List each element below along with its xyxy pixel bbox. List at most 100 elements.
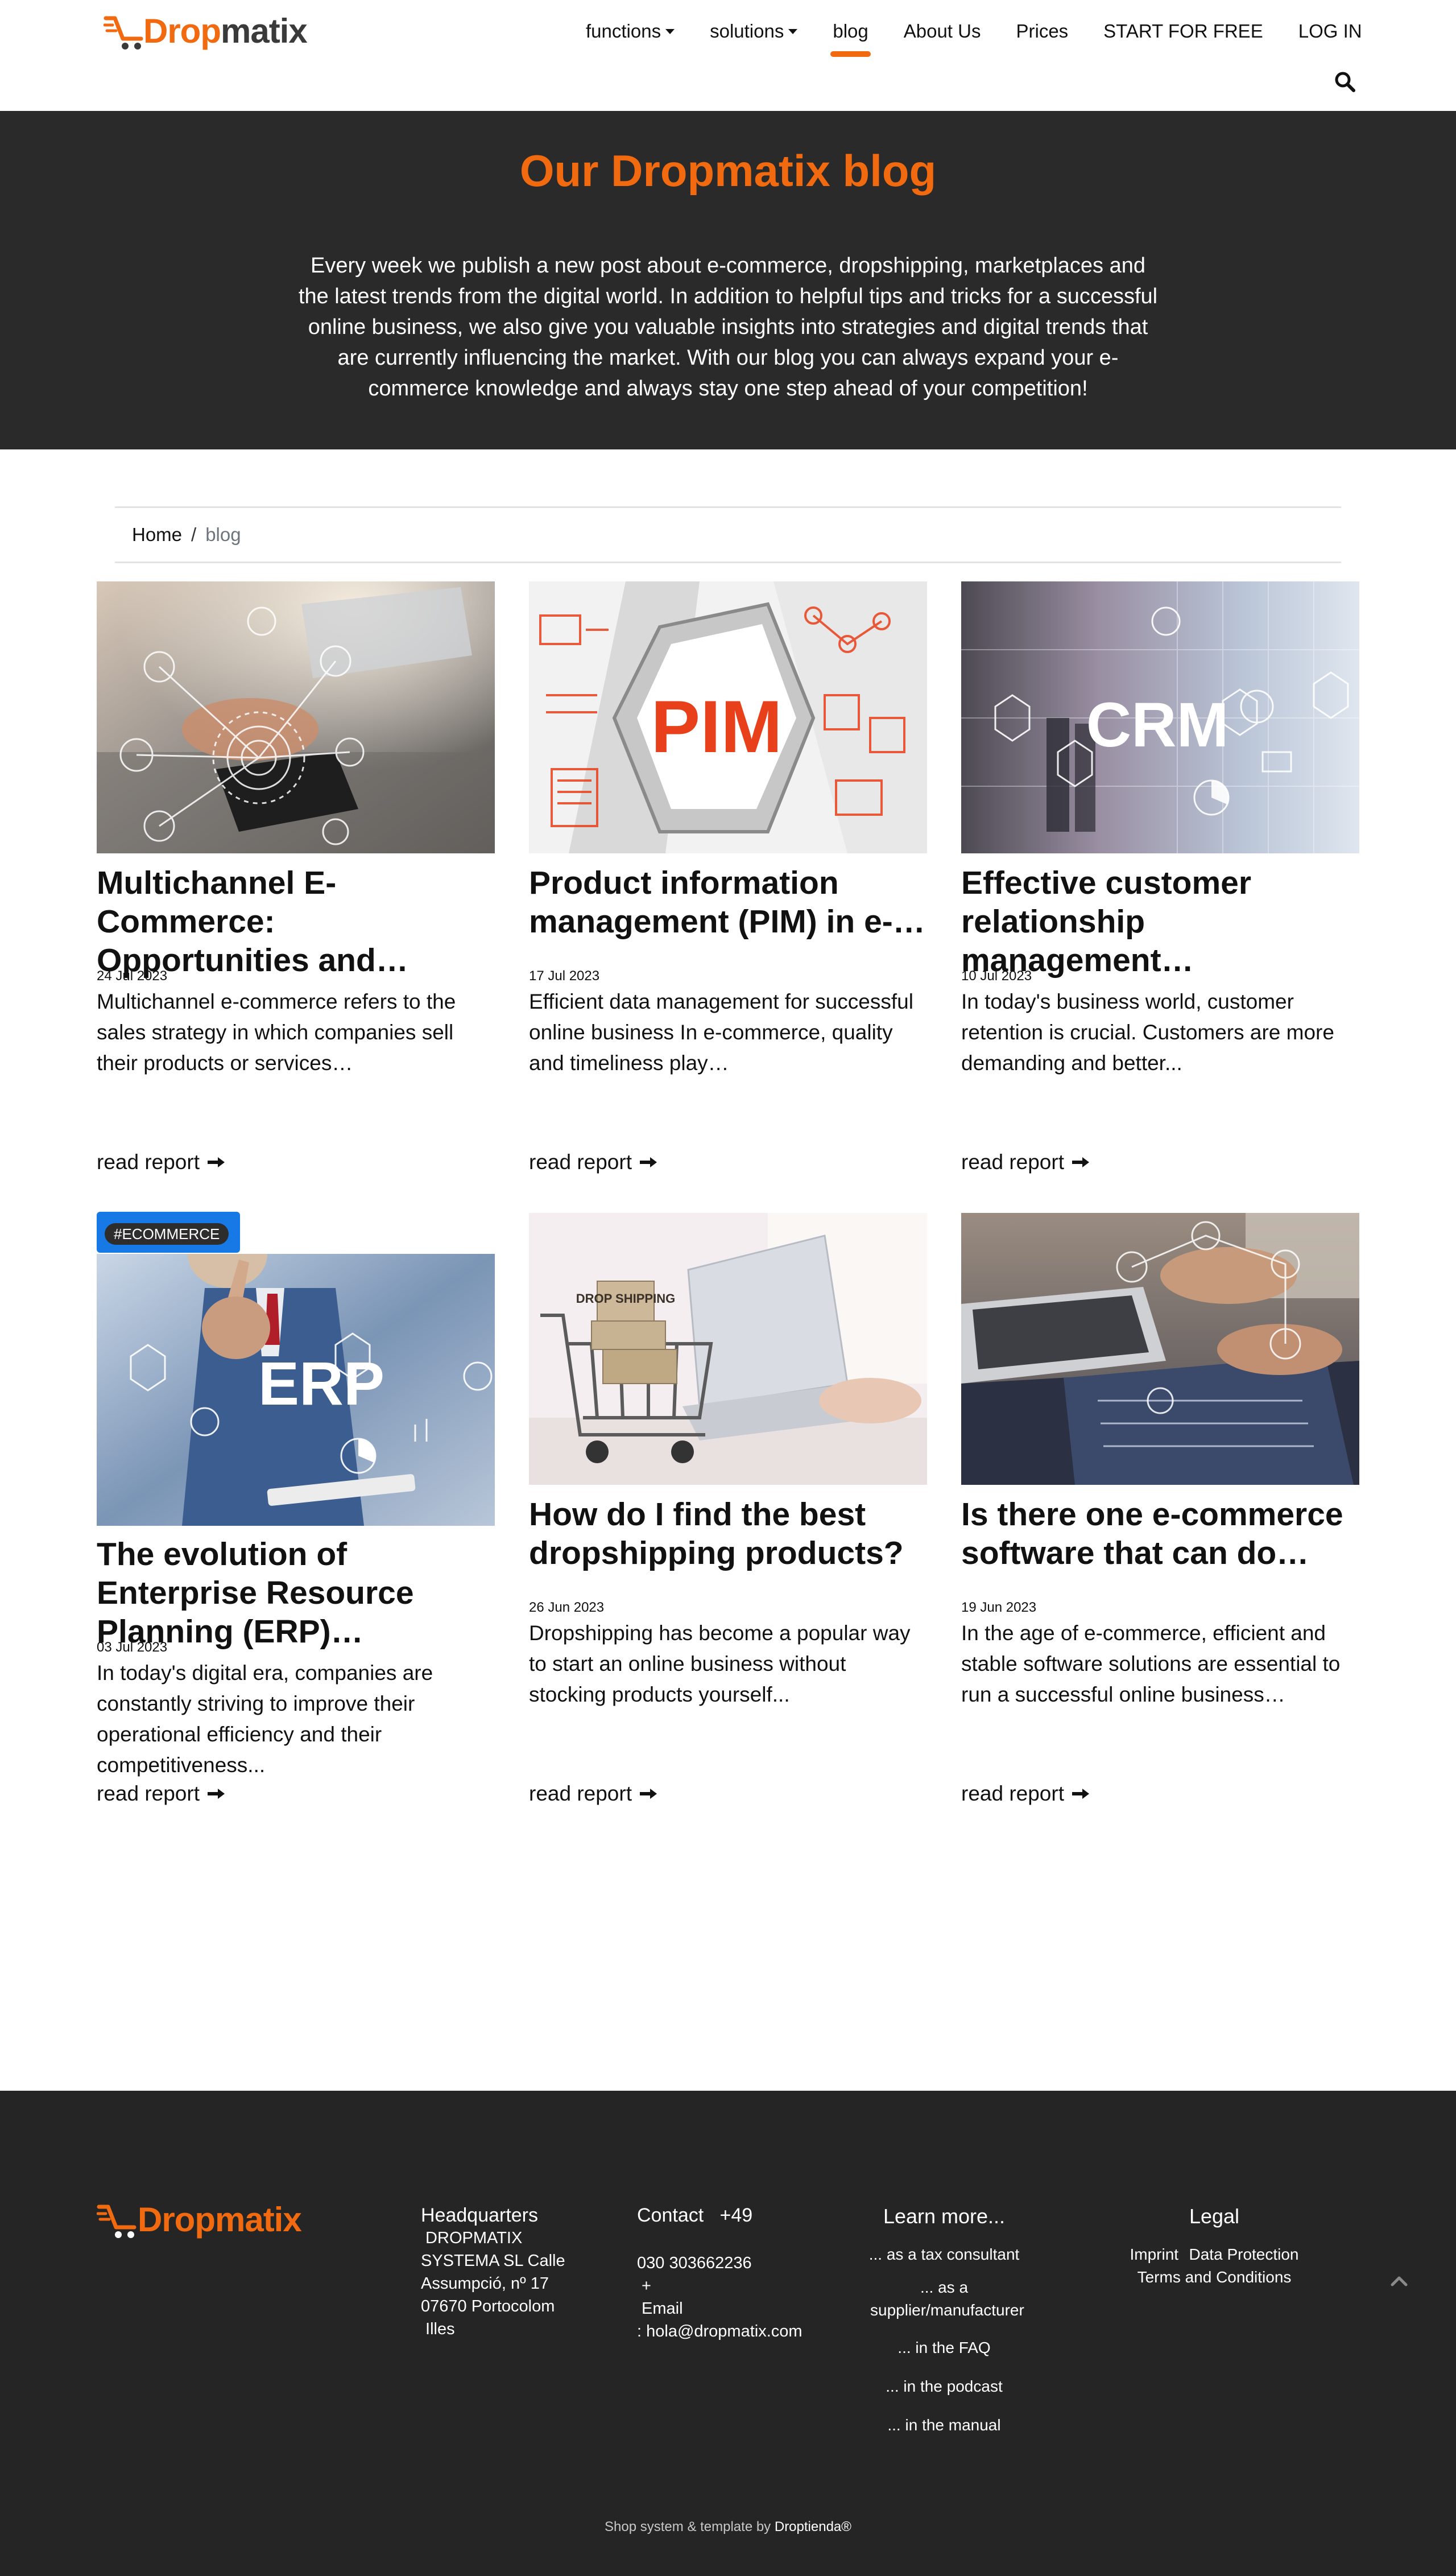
blog-post-card: Multichannel E-Commerce: Opportunities a… <box>97 581 495 1174</box>
post-excerpt: Dropshipping has become a popular way to… <box>529 1621 911 1706</box>
footer-address-line: SYSTEMA SL Calle <box>421 2252 565 2270</box>
search-icon[interactable] <box>1334 71 1356 93</box>
chevron-down-icon <box>788 28 798 34</box>
nav-item-prices[interactable]: Prices <box>1016 20 1068 42</box>
post-thumbnail[interactable]: DROP SHIPPING <box>529 1213 927 1485</box>
footer-link[interactable]: ... in the manual <box>853 2414 1035 2437</box>
post-thumbnail[interactable] <box>961 1213 1359 1485</box>
read-report-link[interactable]: read report <box>97 1782 226 1806</box>
footer-link[interactable]: ... as a tax consultant <box>853 2243 1035 2266</box>
nav-item-start-for-free[interactable]: START FOR FREE <box>1103 20 1263 42</box>
cart-logo-icon <box>103 16 143 49</box>
arrow-right-icon <box>640 1789 657 1799</box>
footer-heading: Legal <box>1189 2205 1240 2228</box>
blog-hero: Our Dropmatix blog Every week we publish… <box>0 111 1456 449</box>
logo-text-rest: matix <box>220 12 308 50</box>
breadcrumb-separator: / <box>191 524 197 545</box>
post-thumbnail[interactable]: CRM <box>961 581 1359 853</box>
arrow-right-icon <box>1072 1789 1089 1799</box>
post-excerpt: In the age of e-commerce, efficient and … <box>961 1621 1341 1706</box>
footer-logo-text-accent: Drop <box>138 2201 216 2239</box>
footer-email[interactable]: : hola@dropmatix.com <box>637 2320 830 2343</box>
footer-link-data-protection[interactable]: Data Protection <box>1189 2245 1299 2263</box>
footer-link[interactable]: ... in the podcast <box>853 2375 1035 2398</box>
footer-link[interactable]: ... in the FAQ <box>853 2336 1035 2359</box>
footer-headquarters: Headquarters DROPMATIX SYSTEMA SL Calle … <box>421 2205 592 2340</box>
post-title[interactable]: Effective customer relationship manageme… <box>961 864 1359 980</box>
footer-credit: Shop system & template by Droptienda® <box>605 2519 851 2534</box>
footer-address-line: 07670 Portocolom <box>421 2297 555 2315</box>
site-header: Dropmatix functions solutions blog About… <box>0 0 1456 111</box>
footer-link-terms[interactable]: Terms and Conditions <box>1115 2266 1314 2289</box>
arrow-right-icon <box>208 1157 225 1167</box>
arrow-right-icon <box>1072 1157 1089 1167</box>
category-tag[interactable]: #ECOMMERCE <box>97 1212 240 1253</box>
footer-address-line: DROPMATIX <box>421 2229 523 2247</box>
nav-item-blog[interactable]: blog <box>830 20 871 57</box>
post-thumbnail[interactable] <box>97 581 495 853</box>
page-title: Our Dropmatix blog <box>519 146 937 196</box>
breadcrumb-current: blog <box>205 524 241 545</box>
footer-heading: Learn more... <box>883 2205 1006 2228</box>
footer-logo-text-rest: matix <box>214 2201 302 2239</box>
footer-contact-line: + <box>637 2277 651 2295</box>
blog-post-card: CRM Effective customer relationship mana… <box>961 581 1359 1174</box>
arrow-right-icon <box>208 1789 225 1799</box>
blog-post-card: DROP SHIPPING How do I find the best dro… <box>529 1213 927 1805</box>
nav-item-log-in[interactable]: LOG IN <box>1298 20 1362 42</box>
footer-logo[interactable]: Dropmatix <box>97 2199 302 2244</box>
read-report-link[interactable]: read report <box>529 1150 658 1174</box>
nav-item-solutions[interactable]: solutions <box>710 20 798 42</box>
footer-link-imprint[interactable]: Imprint <box>1130 2245 1178 2263</box>
footer-address-line: Illes <box>421 2320 455 2338</box>
nav-item-functions[interactable]: functions <box>586 20 675 42</box>
post-date: 17 Jul 2023 <box>529 968 600 984</box>
post-excerpt: In today's business world, customer rete… <box>961 990 1334 1075</box>
read-report-link[interactable]: read report <box>961 1782 1090 1806</box>
read-report-link[interactable]: read report <box>529 1782 658 1806</box>
post-title[interactable]: Is there one e-commerce software that ca… <box>961 1495 1359 1572</box>
site-footer: Dropmatix Headquarters DROPMATIX SYSTEMA… <box>0 2091 1456 2576</box>
footer-learn-more: Learn more... ... as a tax consultant ..… <box>853 2205 1035 2437</box>
post-excerpt: Efficient data management for successful… <box>529 990 913 1075</box>
post-excerpt: In today's digital era, companies are co… <box>97 1661 433 1777</box>
footer-heading: Contact +49 <box>637 2205 753 2226</box>
cart-logo-icon <box>97 2205 136 2238</box>
post-date: 03 Jul 2023 <box>97 1640 168 1655</box>
footer-contact-line: Email <box>637 2300 683 2318</box>
main-nav: functions solutions blog About Us Prices… <box>586 17 1362 57</box>
arrow-right-icon <box>640 1157 657 1167</box>
post-date: 24 Jul 2023 <box>97 968 168 984</box>
blog-post-card: Is there one e-commerce software that ca… <box>961 1213 1359 1805</box>
post-title[interactable]: Multichannel E-Commerce: Opportunities a… <box>97 864 495 980</box>
footer-phone[interactable]: 030 303662236 <box>637 2252 830 2274</box>
logo-text-accent: Drop <box>143 12 221 50</box>
dropmatix-logo[interactable]: Dropmatix <box>103 10 308 52</box>
post-thumbnail[interactable]: ERP <box>97 1254 495 1526</box>
crm-image-text: CRM <box>1086 690 1229 760</box>
blog-post-card: ERP #ECOMMERCE The evolution of Enterpri… <box>97 1212 495 1839</box>
post-date: 19 Jun 2023 <box>961 1600 1037 1615</box>
nav-item-about-us[interactable]: About Us <box>904 20 981 42</box>
post-thumbnail[interactable]: PIM <box>529 581 927 853</box>
footer-address-line: Assumpció, nº 17 <box>421 2274 549 2293</box>
breadcrumb-home-link[interactable]: Home <box>132 524 182 546</box>
pim-image-text: PIM <box>651 685 782 768</box>
read-report-link[interactable]: read report <box>961 1150 1090 1174</box>
droptienda-link[interactable]: Droptienda® <box>775 2519 851 2534</box>
post-excerpt: Multichannel e-commerce refers to the sa… <box>97 990 456 1075</box>
tag-label: #ECOMMERCE <box>105 1223 229 1245</box>
post-title[interactable]: How do I find the best dropshipping prod… <box>529 1495 927 1572</box>
chevron-down-icon <box>665 28 675 34</box>
post-title[interactable]: Product information management (PIM) in … <box>529 864 927 941</box>
drop-shipping-image-text: DROP SHIPPING <box>576 1291 675 1306</box>
erp-image-text: ERP <box>258 1349 384 1418</box>
blog-post-card: PIM Product information management (PIM)… <box>529 581 927 1174</box>
post-title[interactable]: The evolution of Enterprise Resource Pla… <box>97 1535 495 1651</box>
footer-heading: Headquarters <box>421 2205 539 2226</box>
breadcrumb: Home / blog <box>115 506 1341 563</box>
footer-contact: Contact +49 030 303662236 + Email : hola… <box>637 2205 830 2343</box>
chevron-up-icon[interactable] <box>1388 2270 1410 2293</box>
read-report-link[interactable]: read report <box>97 1150 226 1174</box>
footer-link[interactable]: ... as a supplier/manufacturer <box>853 2276 1035 2322</box>
